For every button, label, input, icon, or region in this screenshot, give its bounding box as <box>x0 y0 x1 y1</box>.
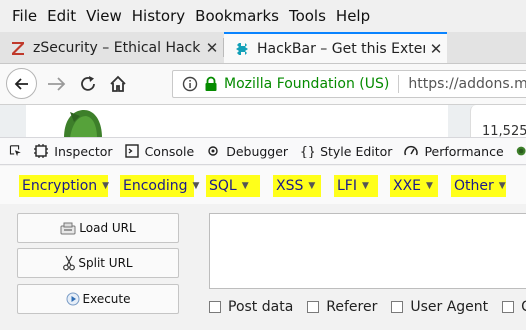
reload-icon[interactable] <box>79 75 97 93</box>
inspector-icon <box>34 144 49 158</box>
menu-xss[interactable]: XSS ▼ <box>273 175 321 197</box>
button-label: Split URL <box>78 256 133 270</box>
style-editor-icon: {} <box>300 145 314 158</box>
dropdown-arrow-icon: ▼ <box>426 181 433 191</box>
debugger-icon <box>208 146 218 156</box>
load-url-button[interactable]: Load URL <box>17 213 179 243</box>
element-picker-icon[interactable] <box>9 142 22 160</box>
menu-label: Encoding <box>123 178 188 194</box>
checkbox[interactable] <box>391 301 404 313</box>
divider <box>398 75 400 93</box>
url-textarea[interactable] <box>209 213 526 289</box>
close-icon[interactable]: ✕ <box>425 40 447 58</box>
tab-label: zSecurity – Ethical Hacki <box>33 39 201 56</box>
menu-tools[interactable]: Tools <box>284 7 331 25</box>
execute-button[interactable]: Execute <box>17 284 179 314</box>
menu-view[interactable]: View <box>81 7 127 25</box>
menu-other[interactable]: Other ▼ <box>451 175 506 197</box>
button-label: Execute <box>82 292 131 306</box>
dropdown-arrow-icon: ▼ <box>498 181 506 191</box>
lock-icon[interactable] <box>204 76 218 92</box>
menu-edit[interactable]: Edit <box>42 7 81 25</box>
checkbox-label: User Agent <box>410 299 489 315</box>
dropdown-arrow-icon: ▼ <box>102 181 110 191</box>
home-icon[interactable] <box>109 75 127 93</box>
menu-sql[interactable]: SQL ▼ <box>206 175 260 197</box>
menu-encoding[interactable]: Encoding ▼ <box>120 175 199 197</box>
post-data-checkbox[interactable]: Post data <box>209 299 293 315</box>
checkbox[interactable] <box>209 301 221 313</box>
menu-label: LFI <box>337 178 357 194</box>
addon-logo <box>64 110 102 138</box>
menu-label: Other <box>454 178 494 194</box>
checkbox[interactable] <box>502 301 515 313</box>
dropdown-arrow-icon: ▼ <box>308 181 316 191</box>
menu-label: XSS <box>276 178 304 194</box>
menu-lfi[interactable]: LFI ▼ <box>334 175 378 197</box>
menu-bookmarks[interactable]: Bookmarks <box>190 7 284 25</box>
menu-history[interactable]: History <box>127 7 190 25</box>
menu-encryption[interactable]: Encryption ▼ <box>19 175 110 197</box>
svg-text:{}: {} <box>300 145 314 158</box>
options-row: Post data Referer User Agent Co <box>209 299 526 315</box>
console-icon <box>124 144 139 158</box>
performance-icon <box>404 145 419 156</box>
dropdown-arrow-icon: ▼ <box>361 181 369 191</box>
checkbox[interactable] <box>307 301 320 313</box>
menu-label: XXE <box>393 178 422 194</box>
tab-label: Performance <box>424 143 504 159</box>
menu-xxe[interactable]: XXE ▼ <box>390 175 438 197</box>
tab-label: Console <box>144 143 195 159</box>
tab-label: Debugger <box>226 143 289 159</box>
tab-label: Inspector <box>54 143 113 159</box>
tab-inspector[interactable]: Inspector <box>34 143 113 159</box>
split-url-button[interactable]: Split URL <box>17 248 179 278</box>
navigation-bar: Mozilla Foundation (US) https://addons.m <box>0 64 526 105</box>
play-icon <box>66 292 79 306</box>
zsecurity-icon <box>12 41 24 55</box>
url-bar[interactable]: Mozilla Foundation (US) https://addons.m <box>172 70 526 98</box>
devtools-toolbar: Inspector Console Debugger {} Style Edit… <box>0 137 526 165</box>
tab-style-editor[interactable]: {} Style Editor <box>300 144 392 159</box>
tab-performance[interactable]: Performance <box>404 143 504 159</box>
tab-hackbar[interactable]: HackBar – Get this Exten ✕ <box>224 32 447 63</box>
tab-zsecurity[interactable]: zSecurity – Ethical Hacki ✕ <box>0 32 223 63</box>
dropdown-arrow-icon: ▼ <box>192 181 200 191</box>
hackbar-menu: Encryption ▼ Encoding ▼ SQL ▼ XSS ▼ LFI ▼ XXE… <box>0 166 526 204</box>
menu-bar: File Edit View History Bookmarks Tools H… <box>0 0 526 32</box>
tab-strip: zSecurity – Ethical Hacki ✕ HackBar – Ge… <box>0 32 526 91</box>
checkbox-label: Co <box>521 299 526 315</box>
tab-debugger[interactable]: Debugger <box>206 144 288 159</box>
hackbar-panel: Load URL Split URL Execute Post data Ref… <box>0 204 526 330</box>
menu-help[interactable]: Help <box>331 7 375 25</box>
info-icon[interactable] <box>182 76 198 92</box>
tab-console[interactable]: Console <box>124 143 195 159</box>
checkbox-label: Post data <box>228 299 294 315</box>
tab-label: HackBar – Get this Exten <box>257 40 425 57</box>
puzzle-icon <box>236 42 248 55</box>
cookies-checkbox[interactable]: Co <box>502 299 526 315</box>
site-identity[interactable]: Mozilla Foundation (US) <box>224 76 389 92</box>
close-icon[interactable]: ✕ <box>201 39 223 57</box>
checkbox-label: Referer <box>326 299 378 315</box>
menu-label: SQL <box>209 178 237 194</box>
back-arrow-icon <box>14 77 28 90</box>
hackbar-devtools-icon[interactable] <box>516 144 526 158</box>
forward-arrow-icon[interactable] <box>46 75 66 93</box>
load-icon <box>60 222 76 234</box>
scissors-icon <box>63 255 76 271</box>
back-button[interactable] <box>6 68 37 99</box>
url-text[interactable]: https://addons.m <box>408 76 526 92</box>
dropdown-arrow-icon: ▼ <box>241 181 249 191</box>
tab-label: Style Editor <box>320 143 393 159</box>
user-agent-checkbox[interactable]: User Agent <box>391 299 488 315</box>
referer-checkbox[interactable]: Referer <box>307 299 377 315</box>
menu-label: Encryption <box>22 178 98 194</box>
menu-file[interactable]: File <box>7 7 42 25</box>
button-label: Load URL <box>79 221 136 235</box>
